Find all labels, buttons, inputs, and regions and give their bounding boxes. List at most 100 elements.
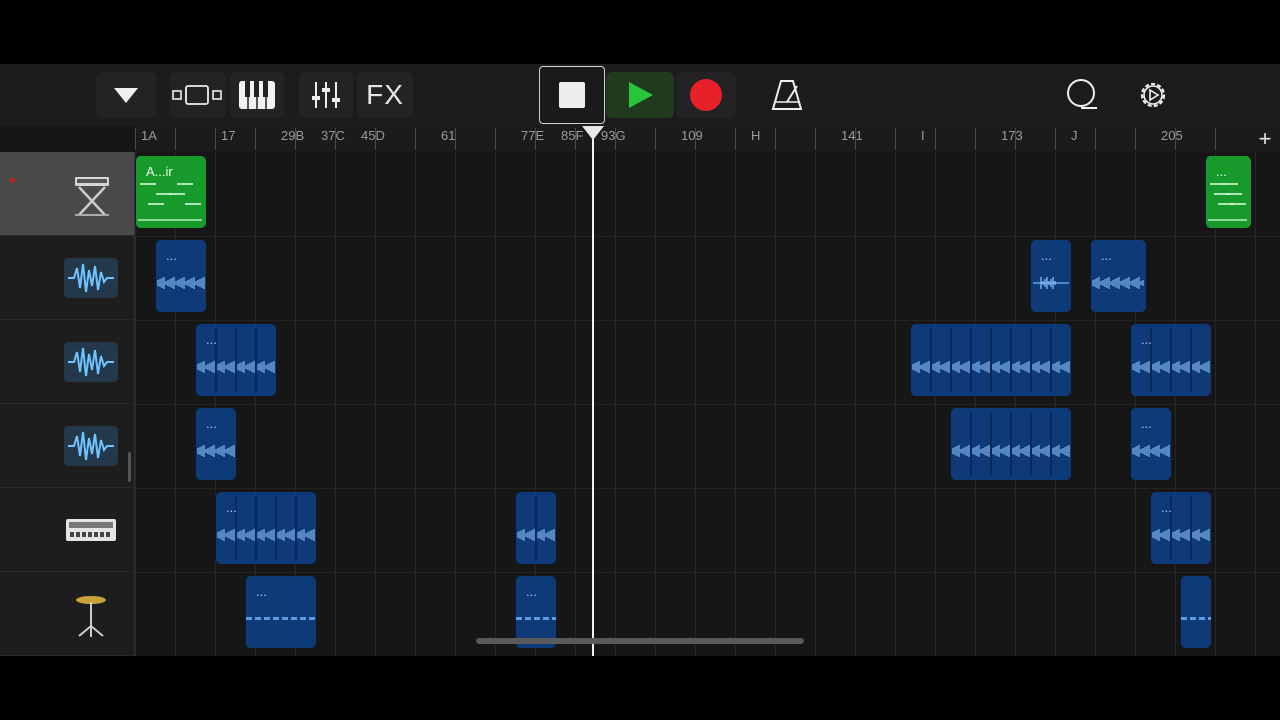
ruler-label: 61 — [441, 128, 456, 143]
ruler-tick — [1215, 128, 1216, 150]
audio-region[interactable]: ... — [1150, 492, 1211, 564]
region-name: ... — [206, 416, 217, 431]
track-lanes[interactable]: A...ir..................................… — [135, 152, 1280, 656]
metronome-button[interactable] — [760, 72, 814, 118]
audio-region[interactable]: ... — [215, 492, 316, 564]
audio-region[interactable]: ... — [195, 408, 236, 480]
ruler-tick — [415, 128, 416, 150]
region-name: ... — [1161, 500, 1172, 515]
track-lane[interactable]: ...... — [135, 488, 1280, 573]
audio-region[interactable] — [515, 492, 556, 564]
audio-region[interactable] — [910, 324, 1071, 396]
ruler-label: 85F — [561, 128, 584, 143]
track-header[interactable] — [0, 488, 135, 572]
play-button[interactable] — [606, 72, 674, 118]
audio-region[interactable]: ... — [155, 240, 206, 312]
ruler-tick — [815, 128, 816, 150]
vertical-scroll-indicator[interactable] — [128, 452, 131, 482]
track-lane[interactable]: A...ir... — [135, 152, 1280, 237]
track-lane[interactable]: ...... — [135, 404, 1280, 489]
ruler-label: I — [921, 128, 925, 143]
record-button[interactable] — [676, 72, 736, 118]
playhead-handle[interactable] — [581, 126, 604, 140]
ruler-tick — [1135, 128, 1136, 150]
ruler-tick — [775, 128, 776, 150]
audio-region[interactable]: ... — [195, 324, 276, 396]
track-controls-button[interactable] — [299, 72, 353, 118]
audio-region[interactable] — [1180, 576, 1211, 648]
ruler-label: 17 — [221, 128, 236, 143]
audio-region[interactable]: ... — [245, 576, 316, 648]
midi-region[interactable]: A...ir — [135, 156, 206, 228]
settings-button[interactable] — [1126, 72, 1180, 118]
triangle-down-icon — [112, 85, 140, 105]
garageband-tracks-view: FX 1A 17 29B 37C 45D 61 77E 85F 93G 109 … — [0, 64, 1280, 656]
audio-waveform-icon — [64, 342, 118, 382]
ruler-label: J — [1071, 128, 1078, 143]
cymbal-stand-icon — [64, 594, 118, 637]
ruler-label: 93G — [601, 128, 626, 143]
audio-waveform-icon — [64, 426, 118, 466]
region-name: ... — [166, 248, 177, 263]
audio-region[interactable]: ... — [1130, 324, 1211, 396]
track-header[interactable] — [0, 152, 135, 236]
ruler-tick — [655, 128, 656, 150]
track-header[interactable] — [0, 572, 135, 656]
ruler-tick — [135, 128, 136, 150]
record-enable-indicator — [10, 178, 15, 183]
timeline-ruler[interactable]: 1A 17 29B 37C 45D 61 77E 85F 93G 109 H 141 I 173 J 205 — [135, 126, 1280, 153]
audio-region[interactable]: ... — [1130, 408, 1171, 480]
ruler-tick — [735, 128, 736, 150]
metronome-icon — [770, 78, 804, 112]
region-name: ... — [1101, 248, 1112, 263]
audio-waveform-icon — [64, 258, 118, 298]
track-header[interactable] — [0, 320, 135, 404]
loop-icon — [1063, 78, 1099, 112]
ruler-label: 109 — [681, 128, 703, 143]
ruler-tick — [255, 128, 256, 150]
browser-view-button[interactable] — [170, 72, 226, 118]
loop-browser-button[interactable] — [1054, 72, 1108, 118]
ruler-label: 45D — [361, 128, 385, 143]
track-header[interactable] — [0, 236, 135, 320]
region-name: ... — [206, 332, 217, 347]
drum-machine-icon — [64, 510, 118, 550]
audio-region[interactable]: ... — [1030, 240, 1071, 312]
ruler-tick — [935, 128, 936, 150]
play-triangle-icon — [625, 80, 655, 110]
playhead-line[interactable] — [591, 126, 594, 656]
region-name: ... — [1141, 416, 1152, 431]
region-name: ... — [1041, 248, 1052, 263]
stop-button[interactable] — [539, 66, 605, 124]
add-section-button[interactable]: + — [1250, 126, 1280, 152]
ruler-tick — [215, 128, 216, 150]
track-header[interactable] — [0, 404, 135, 488]
stop-square-icon — [558, 81, 586, 109]
my-songs-dropdown-button[interactable] — [96, 72, 156, 118]
ruler-tick — [975, 128, 976, 150]
browser-icon — [172, 83, 224, 107]
region-name: ... — [1141, 332, 1152, 347]
region-name: ... — [256, 584, 267, 599]
ruler-label: 173 — [1001, 128, 1023, 143]
mixer-sliders-icon — [310, 80, 342, 110]
ruler-label: 77E — [521, 128, 545, 143]
fx-button[interactable]: FX — [357, 72, 413, 118]
ruler-label: 29B — [281, 128, 305, 143]
track-lane[interactable]: ......... — [135, 236, 1280, 321]
ruler-label: 37C — [321, 128, 345, 143]
midi-region[interactable]: ... — [1205, 156, 1251, 228]
audio-region[interactable]: ... — [1090, 240, 1146, 312]
control-bar: FX — [0, 64, 1280, 126]
track-lane[interactable]: ...... — [135, 320, 1280, 405]
horizontal-scrollbar[interactable] — [476, 638, 804, 644]
audio-region[interactable] — [950, 408, 1071, 480]
region-name: ... — [1216, 164, 1227, 179]
region-name: A...ir — [146, 164, 173, 179]
ruler-label: H — [751, 128, 761, 143]
instrument-view-button[interactable] — [230, 72, 284, 118]
ruler-tick — [1095, 128, 1096, 150]
ruler-tick — [175, 128, 176, 150]
ruler-label: 1A — [141, 128, 157, 143]
ruler-label: 205 — [1161, 128, 1183, 143]
